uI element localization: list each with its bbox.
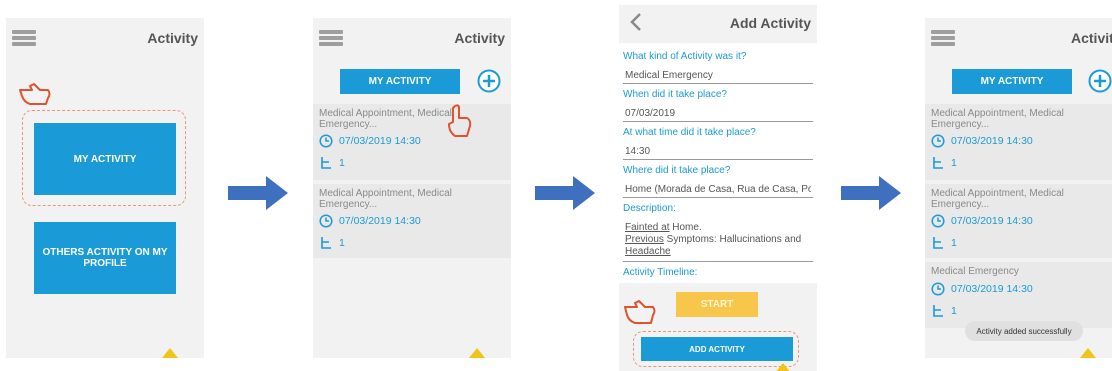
page-title: Activity bbox=[454, 30, 505, 46]
page-title: Activity bbox=[1071, 30, 1112, 46]
menu-icon[interactable] bbox=[12, 30, 36, 46]
pointing-hand-icon bbox=[19, 83, 51, 105]
my-activity-tab[interactable]: MY ACTIVITY bbox=[952, 69, 1072, 94]
success-toast: Activity added successfully bbox=[965, 321, 1083, 341]
add-icon[interactable] bbox=[1088, 69, 1112, 93]
start-button[interactable]: START bbox=[676, 292, 758, 317]
kind-field[interactable]: Medical Emergency bbox=[625, 70, 713, 81]
activity-form: What kind of Activity was it? Medical Em… bbox=[619, 43, 817, 283]
card-date: 07/03/2019 14:30 bbox=[951, 283, 1033, 295]
desc-word: Previous bbox=[625, 234, 664, 245]
date-field[interactable]: 07/03/2019 bbox=[625, 108, 675, 119]
divider bbox=[623, 197, 813, 198]
location-field[interactable]: Home (Morada de Casa, Rua de Casa, Por bbox=[625, 184, 811, 195]
desc-text: Home. bbox=[669, 222, 702, 233]
add-activity-button[interactable]: ADD ACTIVITY bbox=[641, 337, 793, 361]
card-title: Medical Appointment, Medical Emergency..… bbox=[319, 188, 452, 210]
time-label: At what time did it take place? bbox=[623, 127, 756, 138]
activity-card[interactable]: Medical Appointment, Medical Emergency..… bbox=[925, 104, 1112, 180]
screen-activity-list: Activity MY ACTIVITY Medical Appointment… bbox=[313, 18, 511, 358]
warning-icon[interactable] bbox=[1080, 348, 1096, 358]
card-title: Medical Appointment, Medical Emergency..… bbox=[931, 108, 1064, 130]
warning-icon[interactable] bbox=[775, 363, 791, 371]
timeline-icon bbox=[933, 305, 943, 317]
card-count: 1 bbox=[951, 305, 957, 317]
divider bbox=[623, 83, 813, 84]
clock-icon bbox=[931, 134, 945, 148]
timeline-label: Activity Timeline: bbox=[623, 267, 698, 278]
desc-word: at bbox=[658, 222, 670, 233]
card-count: 1 bbox=[951, 237, 957, 249]
kind-label: What kind of Activity was it? bbox=[623, 51, 747, 62]
arrow-right-icon bbox=[228, 176, 288, 210]
page-title: Activity bbox=[147, 30, 198, 46]
card-title: Medical Emergency bbox=[931, 266, 1019, 277]
card-title: Medical Appointment, Medical Emergency..… bbox=[931, 188, 1064, 210]
timeline-icon bbox=[321, 237, 331, 249]
screen-activity-list-updated: Activity MY ACTIVITY Medical Appointment… bbox=[925, 18, 1112, 358]
timeline-icon bbox=[933, 157, 943, 169]
timeline-icon bbox=[321, 157, 331, 169]
desc-text: Symptoms: Hallucinations and bbox=[663, 234, 802, 245]
add-icon[interactable] bbox=[477, 69, 501, 93]
card-date: 07/03/2019 14:30 bbox=[951, 135, 1033, 147]
activity-card[interactable]: Medical Appointment, Medical Emergency..… bbox=[925, 184, 1112, 258]
arrow-right-icon bbox=[535, 176, 595, 210]
top-bar: Activity bbox=[925, 18, 1112, 58]
card-date: 07/03/2019 14:30 bbox=[951, 215, 1033, 227]
top-bar: Add Activity bbox=[619, 5, 817, 41]
card-date: 07/03/2019 14:30 bbox=[339, 215, 421, 227]
back-arrow-icon[interactable] bbox=[629, 12, 643, 32]
divider bbox=[623, 159, 813, 160]
desc-word: Fainted bbox=[625, 222, 659, 233]
clock-icon bbox=[931, 282, 945, 296]
description-field[interactable]: Fainted at Home. Previous Symptoms: Hall… bbox=[625, 222, 811, 258]
card-count: 1 bbox=[339, 237, 345, 249]
arrow-right-icon bbox=[841, 176, 901, 210]
my-activity-tab[interactable]: MY ACTIVITY bbox=[340, 69, 460, 94]
card-date: 07/03/2019 14:30 bbox=[339, 135, 421, 147]
menu-icon[interactable] bbox=[931, 30, 955, 46]
page-title: Add Activity bbox=[729, 15, 811, 31]
clock-icon bbox=[319, 134, 333, 148]
card-count: 1 bbox=[339, 157, 345, 169]
clock-icon bbox=[319, 214, 333, 228]
description-label: Description: bbox=[623, 203, 676, 214]
activity-card[interactable]: Medical Appointment, Medical Emergency..… bbox=[313, 104, 511, 180]
activity-card[interactable]: Medical Appointment, Medical Emergency..… bbox=[313, 184, 511, 258]
screen-activity-menu: Activity MY ACTIVITY OTHERS ACTIVITY ON … bbox=[6, 18, 204, 358]
where-label: Where did it take place? bbox=[623, 165, 731, 176]
pointing-hand-icon bbox=[448, 104, 472, 137]
warning-icon[interactable] bbox=[162, 348, 178, 358]
desc-word: Headache bbox=[625, 246, 671, 257]
others-activity-button[interactable]: OTHERS ACTIVITY ON MY PROFILE bbox=[34, 222, 176, 294]
card-count: 1 bbox=[951, 157, 957, 169]
timeline-icon bbox=[933, 237, 943, 249]
time-field[interactable]: 14:30 bbox=[625, 146, 650, 157]
top-bar: Activity bbox=[313, 18, 511, 58]
activity-card[interactable]: Medical Emergency 07/03/2019 14:30 1 bbox=[925, 262, 1112, 328]
warning-icon[interactable] bbox=[469, 348, 485, 358]
when-label: When did it take place? bbox=[623, 89, 727, 100]
pointing-hand-icon bbox=[624, 300, 656, 324]
menu-icon[interactable] bbox=[319, 30, 343, 46]
clock-icon bbox=[931, 214, 945, 228]
my-activity-button[interactable]: MY ACTIVITY bbox=[34, 123, 176, 195]
divider bbox=[623, 261, 813, 262]
divider bbox=[623, 121, 813, 122]
top-bar: Activity bbox=[6, 18, 204, 58]
screen-add-activity: Add Activity What kind of Activity was i… bbox=[619, 5, 817, 371]
